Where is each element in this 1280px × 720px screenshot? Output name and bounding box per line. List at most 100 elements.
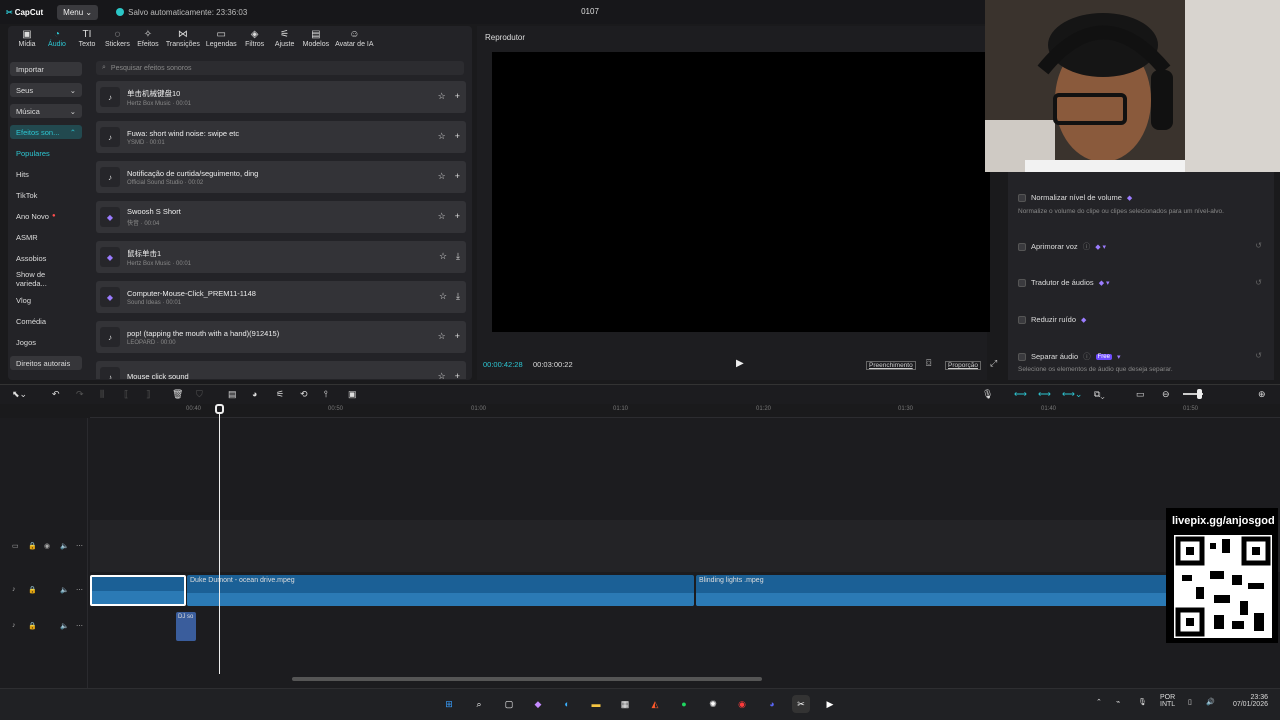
separate-checkbox[interactable] <box>1018 352 1026 361</box>
freeze-icon[interactable]: ◕ <box>252 389 257 399</box>
tab-transições[interactable]: ⋈ Transições <box>163 29 203 50</box>
category-seus[interactable]: Seus ⌄ <box>10 83 82 97</box>
store-icon[interactable]: ▦ <box>616 695 634 713</box>
zoom-out-icon[interactable]: ⊖ <box>1162 389 1170 400</box>
favorite-icon[interactable]: ☆ <box>438 371 446 379</box>
noise-checkbox[interactable] <box>1018 315 1026 324</box>
tab-filtros[interactable]: ◈ Filtros <box>240 29 270 50</box>
add-icon[interactable]: + <box>455 131 460 142</box>
fullscreen-icon[interactable]: ⤢ <box>990 358 997 369</box>
dropdown-icon[interactable]: ▾ <box>1117 353 1121 361</box>
enhance-voice-option[interactable]: Aprimorar voz ⓘ ◆ ▾ <box>1018 241 1106 252</box>
audio-translator-option[interactable]: Tradutor de áudios ◆ ▾ <box>1018 278 1110 287</box>
sound-item[interactable]: ♪ 单击机械键盘10 Hertz Box Music · 00:01 ☆ + <box>96 81 466 113</box>
reset-icon[interactable]: ↺ <box>1255 278 1262 287</box>
sound-item[interactable]: ◆ Swoosh S Short 快音 · 00:04 ☆ + <box>96 201 466 233</box>
mark-icon[interactable]: ▤ <box>228 389 237 400</box>
split-right-icon[interactable]: ⟧ <box>146 389 150 400</box>
sound-item[interactable]: ◆ 鼠标单击1 Hertz Box Music · 00:01 ☆ ⤓ <box>96 241 466 273</box>
redo-icon[interactable]: ↷ <box>76 389 84 400</box>
subcategory-item[interactable]: Hits <box>10 167 82 181</box>
add-icon[interactable]: + <box>455 171 460 182</box>
enhance-checkbox[interactable] <box>1018 242 1026 251</box>
subcategory-item[interactable]: Comédia <box>10 314 82 328</box>
phone-link-icon[interactable]: ▯ <box>1188 698 1192 706</box>
sound-item[interactable]: ♪ Notificação de curtida/seguimento, ding… <box>96 161 466 193</box>
category-direitos-autorais[interactable]: Direitos autorais <box>10 356 82 370</box>
preview-axis-icon[interactable]: ⧉⌄ <box>1094 389 1105 400</box>
reset-icon[interactable]: ↺ <box>1255 351 1262 360</box>
zoom-in-icon[interactable]: ⊕ <box>1258 389 1266 400</box>
tab-modelos[interactable]: ▤ Modelos <box>300 29 332 50</box>
favorite-icon[interactable]: ☆ <box>438 331 446 342</box>
normalize-checkbox[interactable] <box>1018 193 1026 202</box>
download-icon[interactable]: ⤓ <box>456 251 460 262</box>
category-efeitos-sonoros[interactable]: Efeitos son... ⌃ <box>10 125 82 139</box>
favorite-icon[interactable]: ☆ <box>438 211 446 222</box>
normalize-volume-option[interactable]: Normalizar nível de volume ◆ <box>1018 193 1132 202</box>
microphone-icon[interactable]: 🎙 <box>1138 698 1147 706</box>
tab-stickers[interactable]: ◌ Stickers <box>102 29 133 50</box>
favorite-icon[interactable]: ☆ <box>438 171 446 182</box>
audio-clip-dj[interactable]: DJ so <box>176 612 196 641</box>
ratio-button[interactable]: Proporção <box>945 360 981 370</box>
file-explorer-icon[interactable]: ▬ <box>587 695 605 713</box>
sound-search-input[interactable]: ⌕ Pesquisar efeitos sonoros <box>96 61 464 75</box>
select-tool-icon[interactable]: ⬉⌄ <box>12 389 27 400</box>
delete-icon[interactable]: 🗑 <box>172 389 183 400</box>
screenshot-icon[interactable]: ⌼ <box>926 358 931 369</box>
adjust-icon[interactable]: ⚟ <box>276 389 284 400</box>
audio-clip-selected[interactable] <box>90 575 186 606</box>
reset-icon[interactable]: ↺ <box>1255 241 1262 250</box>
more-icon[interactable]: ⋯ <box>76 622 83 630</box>
fill-button[interactable]: Preenchimento <box>866 360 916 370</box>
menu-button[interactable]: Menu ⌄ <box>57 4 99 20</box>
auto-reframe-icon[interactable]: ⟲ <box>300 389 308 400</box>
subcategory-item[interactable]: Vlog <box>10 293 82 307</box>
main-video-track[interactable] <box>90 520 1280 572</box>
import-button[interactable]: Importar <box>10 62 82 76</box>
favorite-icon[interactable]: ☆ <box>439 291 447 302</box>
audio-clip-ocean-drive[interactable]: Duke Dumont - ocean drive.mpeg <box>187 575 694 606</box>
timeline-ruler[interactable] <box>90 404 1280 418</box>
eye-icon[interactable]: ◉ <box>44 542 50 550</box>
add-icon[interactable]: + <box>455 211 460 222</box>
ai-tools-icon[interactable]: ▣ <box>348 389 357 400</box>
windows-start-icon[interactable]: ⊞ <box>440 695 458 713</box>
discord-icon[interactable]: ◕ <box>763 695 781 713</box>
link-main-track-icon[interactable]: ⟷ <box>1014 389 1027 400</box>
sound-item[interactable]: ◆ Computer-Mouse-Click_PREM11-1148 Sound I… <box>96 281 466 313</box>
lock-icon[interactable]: 🔒 <box>28 542 37 550</box>
tab-efeitos[interactable]: ✧ Efeitos <box>133 29 163 50</box>
audio-split-icon[interactable]: ⫯ <box>324 389 328 400</box>
tab-avatar-de-ia[interactable]: ☺ Avatar de IA <box>332 29 376 50</box>
reduce-noise-option[interactable]: Reduzir ruído ◆ <box>1018 315 1086 324</box>
more-icon[interactable]: ⋯ <box>76 542 83 550</box>
tab-ajuste[interactable]: ⚟ Ajuste <box>270 29 300 50</box>
playhead-handle[interactable] <box>215 404 224 414</box>
tab-legendas[interactable]: ▭ Legendas <box>203 29 240 50</box>
audio-clip-blinding-lights[interactable]: Blinding lights .mpeg <box>696 575 1168 606</box>
separate-audio-option[interactable]: Separar áudio ⓘ Free ▾ <box>1018 351 1120 362</box>
subcategory-item[interactable]: Show de varieda... <box>10 270 82 288</box>
subcategory-item[interactable]: ASMR <box>10 230 82 244</box>
tab-texto[interactable]: TI Texto <box>72 29 102 50</box>
category-musica[interactable]: Música ⌄ <box>10 104 82 118</box>
timeline-scrollbar[interactable] <box>292 677 762 681</box>
search-icon[interactable]: ⌕ <box>470 695 488 713</box>
task-view-icon[interactable]: ▢ <box>500 695 518 713</box>
add-icon[interactable]: + <box>455 91 460 102</box>
sound-item[interactable]: ♪ pop! (tapping the mouth with a hand)(91… <box>96 321 466 353</box>
playhead[interactable] <box>219 404 220 674</box>
more-icon[interactable]: ⋯ <box>76 586 83 594</box>
clock[interactable]: 23:36 07/01/2026 <box>1226 694 1268 708</box>
subcategory-item[interactable]: Jogos <box>10 335 82 349</box>
split-icon[interactable]: ⫼ <box>100 389 104 400</box>
language-indicator[interactable]: POR INTL <box>1160 694 1175 708</box>
caption-icon[interactable]: ▭ <box>1136 389 1145 400</box>
tab-mídia[interactable]: ▣ Mídia <box>12 29 42 50</box>
microphone-icon[interactable]: 🎙 <box>982 389 993 400</box>
speaker-icon[interactable]: 🔈 <box>60 542 69 550</box>
add-icon[interactable]: + <box>455 331 460 342</box>
play-button[interactable]: ▶ <box>736 358 744 369</box>
